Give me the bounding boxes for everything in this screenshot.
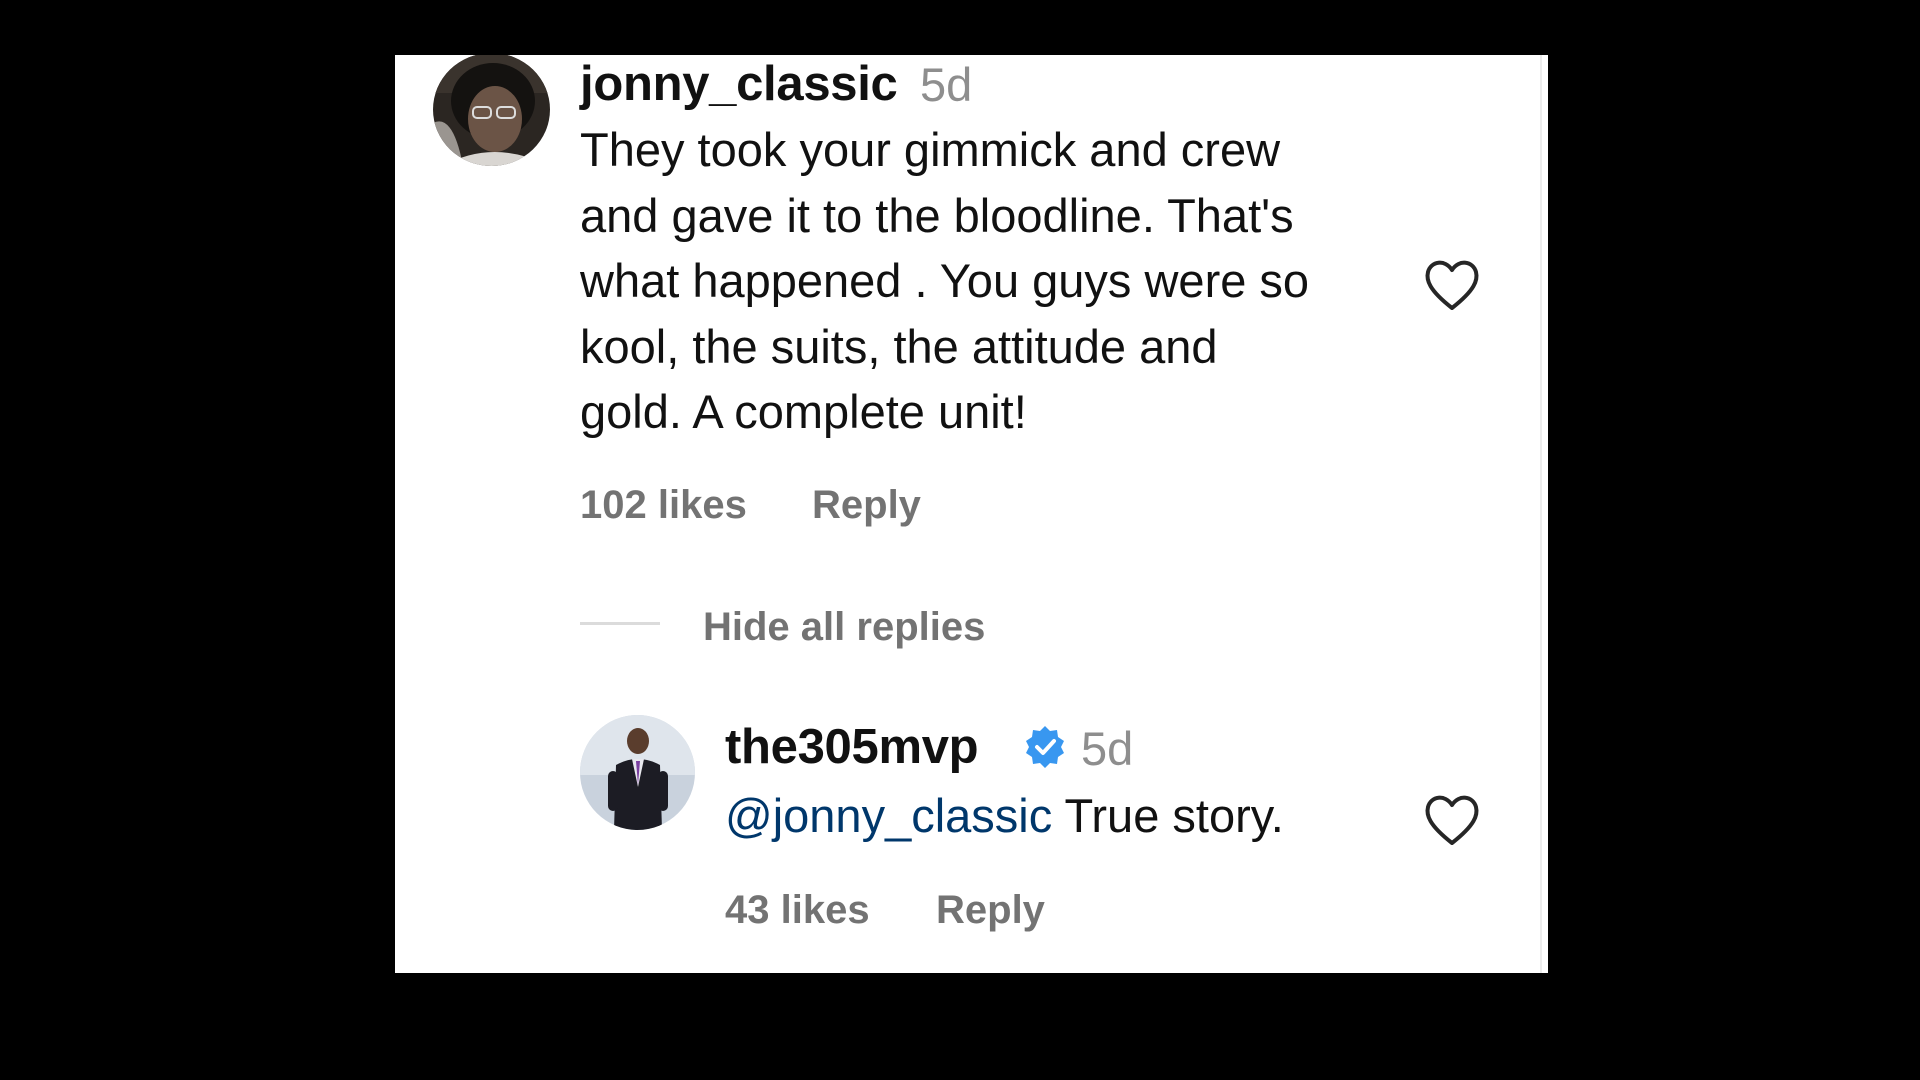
hide-replies-label[interactable]: Hide all replies — [703, 607, 985, 647]
reply-timestamp: 5d — [1081, 722, 1134, 775]
comment-text-line: kool, the suits, the attitude and — [580, 319, 1218, 373]
avatar-photo — [433, 55, 550, 166]
reply-avatar[interactable] — [580, 715, 695, 830]
reply-reply-button[interactable]: Reply — [936, 890, 1045, 930]
replies-divider — [580, 622, 660, 625]
reply-avatar-photo — [580, 715, 695, 830]
comment-timestamp: 5d — [920, 58, 973, 111]
comment-text-line: gold. A complete unit! — [580, 385, 1027, 438]
reply-username[interactable]: the305mvp — [725, 723, 979, 772]
comment-reply-button[interactable]: Reply — [812, 485, 921, 525]
reply-text-body: True story. — [1052, 789, 1284, 842]
comment-username[interactable]: jonny_classic — [580, 60, 898, 109]
comment-text-line: They took your gimmick and crew — [580, 123, 1281, 176]
reply-mention-link[interactable]: @jonny_classic — [725, 789, 1052, 842]
panel-border — [1540, 55, 1542, 973]
comment-text-line: and gave it to the bloodline. That's — [580, 188, 1294, 242]
reply-likes-count[interactable]: 43 likes — [725, 890, 870, 930]
comment-text: They took your gimmick and crew and gave… — [580, 117, 1309, 445]
comments-panel: jonny_classic 5d They took your gimmick … — [395, 55, 1548, 973]
comment-likes-count[interactable]: 102 likes — [580, 485, 747, 525]
heart-outline-icon[interactable] — [1423, 793, 1481, 847]
verified-badge-icon — [1026, 726, 1064, 768]
heart-outline-icon[interactable] — [1423, 258, 1481, 312]
comment-text-line: what happened . You guys were so — [580, 254, 1310, 307]
reply-text: @jonny_classic True story. — [725, 792, 1284, 839]
avatar[interactable] — [433, 55, 550, 166]
